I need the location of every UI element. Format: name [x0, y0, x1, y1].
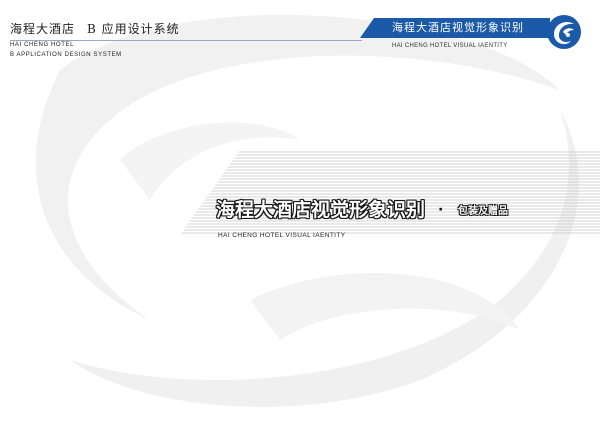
hotel-name-en: HAI CHENG HOTEL: [10, 42, 75, 48]
section-name-cn: B 应用设计系统: [87, 22, 180, 36]
banner-subtitle: HAI CHENG HOTEL VISUAL IAENTITY: [392, 43, 508, 49]
header-left: 海程大酒店 B 应用设计系统 HAI CHENG HOTEL B APPLICAT…: [10, 22, 180, 60]
banner-title: 海程大酒店视觉形象识别: [392, 21, 524, 34]
stripe-pattern: [180, 151, 600, 234]
page: 海程大酒店 B 应用设计系统 HAI CHENG HOTEL B APPLICAT…: [0, 0, 600, 425]
hotel-name-cn: 海程大酒店: [10, 22, 76, 36]
section-name-en: B APPLICATION DESIGN SYSTEM: [10, 52, 122, 58]
title-separator: ·: [438, 202, 444, 218]
main-subtitle: 包装及赠品: [458, 206, 508, 217]
header-divider: [10, 40, 362, 41]
swirl-logo-icon: [547, 15, 581, 49]
main-title: 海程大酒店视觉形象识别: [216, 199, 426, 221]
header-title: 海程大酒店 B 应用设计系统: [10, 22, 180, 36]
main-title-en: HAI CHENG HOTEL VISUAL IAENTITY: [218, 232, 346, 239]
